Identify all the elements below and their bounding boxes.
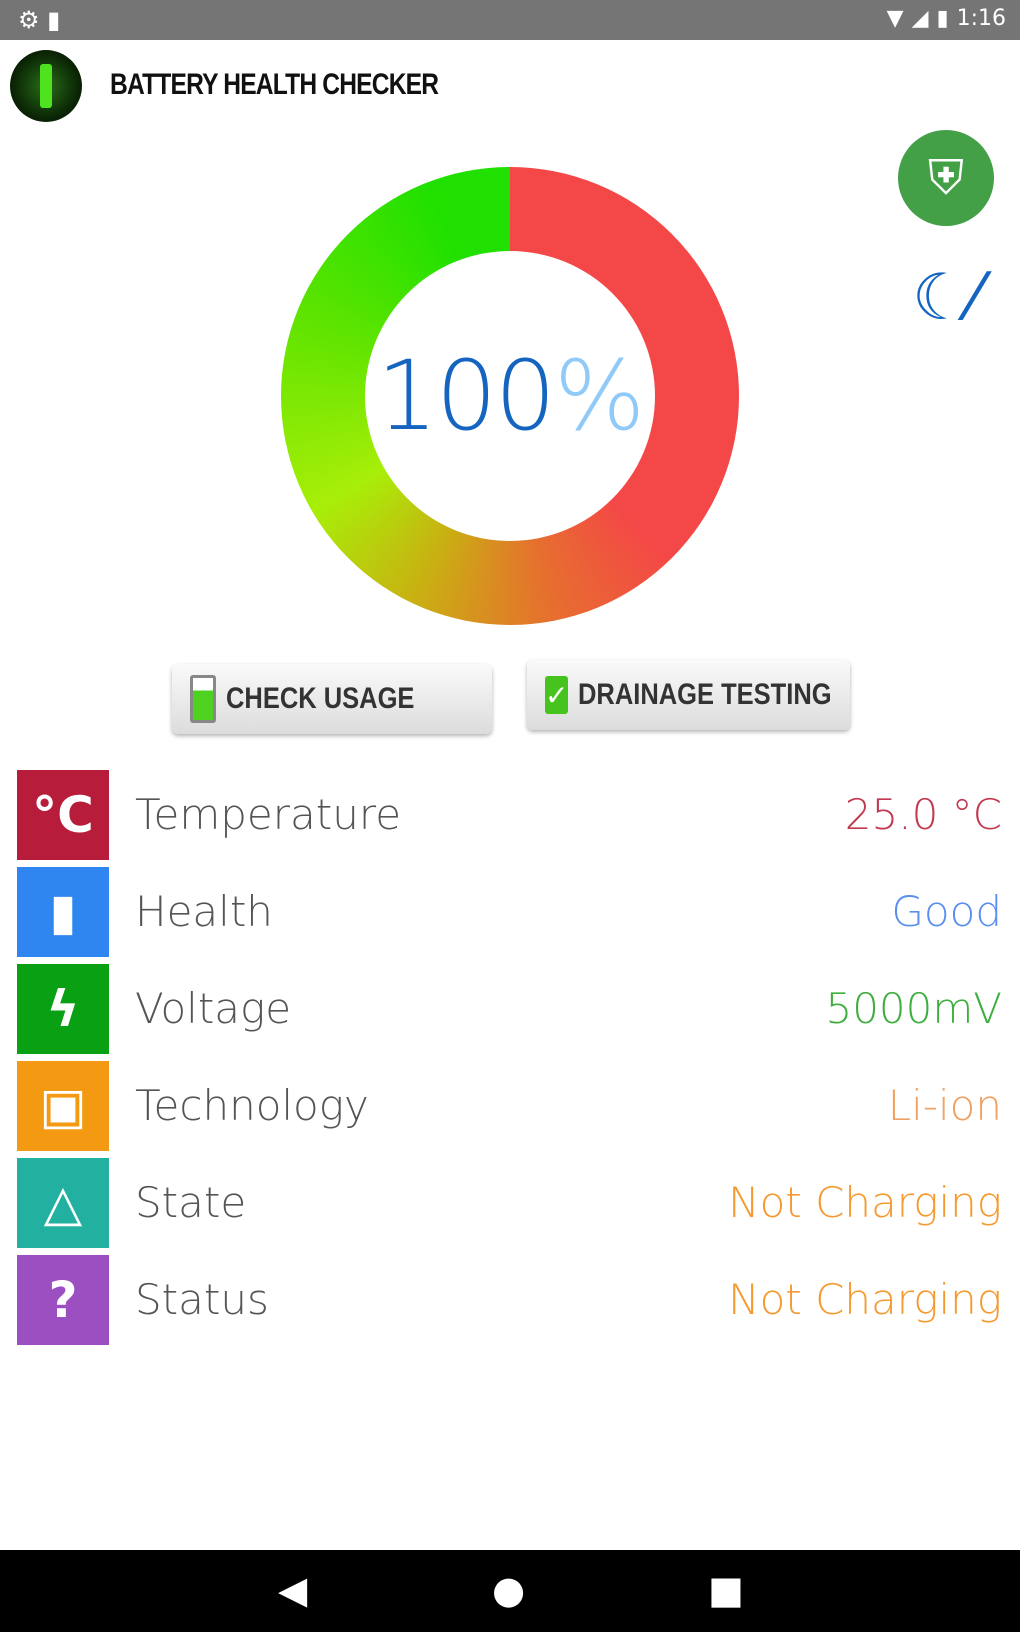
wifi-icon: ▼ [886, 6, 904, 31]
settings-icon: ⚙ [18, 6, 40, 34]
battery-icon [190, 675, 216, 723]
info-row-status: ? Status Not Charging [17, 1255, 1002, 1347]
back-button[interactable]: ◀ [278, 1568, 307, 1612]
row-label: Temperature [135, 790, 402, 839]
night-mode-toggle[interactable]: ☾⁄ [900, 252, 992, 344]
row-value: Li-ion [887, 1081, 1002, 1130]
home-button[interactable]: ● [492, 1568, 525, 1612]
app-bar: BATTERY HEALTH CHECKER [0, 40, 1020, 130]
signal-icon: ◢ [911, 6, 929, 31]
battery-gauge: 100% [281, 167, 739, 625]
navigation-bar: ◀ ● ■ [0, 1550, 1020, 1632]
row-value: Not Charging [728, 1178, 1002, 1227]
row-label: Health [135, 887, 273, 936]
row-value: 5000mV [825, 984, 1002, 1033]
lightning-icon: ϟ [17, 964, 109, 1054]
app-title: BATTERY HEALTH CHECKER [110, 68, 439, 101]
shield-button[interactable]: ⛨ [898, 130, 994, 226]
recents-button[interactable]: ■ [708, 1568, 744, 1612]
battery-unknown-icon: ? [17, 1255, 109, 1345]
network-icon: △ [17, 1158, 109, 1248]
row-value: Good [891, 887, 1002, 936]
row-label: Status [135, 1275, 269, 1324]
row-value: Not Charging [728, 1275, 1002, 1324]
row-label: State [135, 1178, 247, 1227]
app-logo [10, 50, 82, 122]
clock: 1:16 [956, 6, 1006, 31]
checkbox-icon: ✓ [545, 676, 569, 714]
status-bar: ⚙ ▮ ▼ ◢ ▮ 1:16 [0, 0, 1020, 40]
row-label: Voltage [135, 984, 292, 1033]
info-row-health: ▮ Health Good [17, 867, 1002, 959]
row-label: Technology [135, 1081, 369, 1130]
battery-percentage: 100% [376, 340, 645, 452]
chip-icon: ▣ [17, 1061, 109, 1151]
sd-card-icon: ▮ [47, 6, 61, 34]
shield-icon: ⛨ [927, 149, 964, 206]
battery-icon: ▮ [17, 867, 109, 957]
check-usage-button[interactable]: CHECK USAGE [172, 664, 492, 734]
info-row-voltage: ϟ Voltage 5000mV [17, 964, 1002, 1056]
info-row-state: △ State Not Charging [17, 1158, 1002, 1250]
info-row-temperature: °C Temperature 25.0 °C [17, 770, 1002, 862]
night-mode-icon: ☾⁄ [911, 261, 981, 335]
row-value: 25.0 °C [844, 790, 1002, 839]
info-row-technology: ▣ Technology Li-ion [17, 1061, 1002, 1153]
celsius-icon: °C [17, 770, 109, 860]
drainage-testing-button[interactable]: ✓ DRAINAGE TESTING [527, 660, 850, 730]
battery-icon: ▮ [936, 6, 949, 31]
